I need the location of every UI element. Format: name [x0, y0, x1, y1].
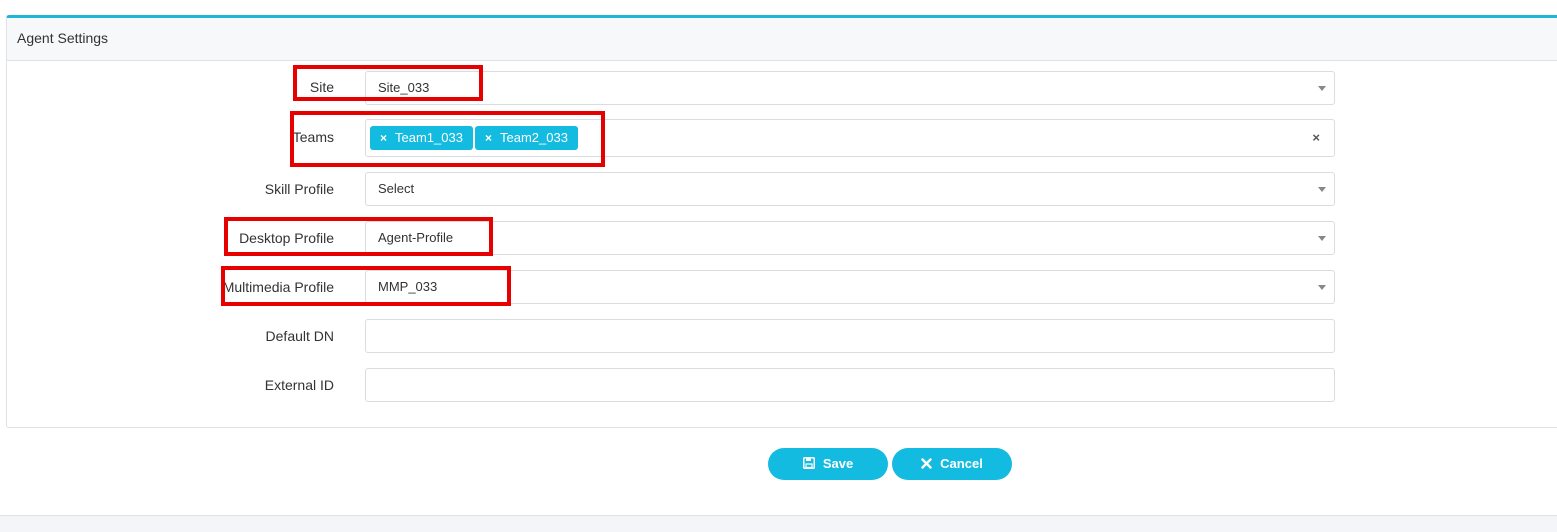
chevron-down-icon: [1318, 285, 1326, 290]
clear-icon[interactable]: ×: [1312, 120, 1320, 156]
highlight-box-multimedia-profile: [221, 266, 511, 306]
close-icon: [921, 448, 932, 480]
skill-profile-select[interactable]: Select: [365, 172, 1335, 206]
highlight-box-desktop-profile: [224, 217, 493, 256]
floppy-disk-icon: [802, 448, 815, 480]
skill-profile-label: Skill Profile: [264, 181, 334, 197]
chevron-down-icon: [1318, 236, 1326, 241]
external-id-input[interactable]: [365, 368, 1335, 402]
site-select[interactable]: Site_033: [365, 71, 1335, 105]
cancel-button[interactable]: Cancel: [892, 448, 1012, 480]
desktop-profile-select[interactable]: Agent-Profile: [365, 221, 1335, 255]
chevron-down-icon: [1318, 187, 1326, 192]
highlight-box-site: [293, 65, 483, 101]
footer-bar: [0, 515, 1557, 532]
external-id-label: External ID: [264, 377, 334, 393]
chevron-down-icon: [1318, 86, 1326, 91]
default-dn-input[interactable]: [365, 319, 1335, 353]
default-dn-label: Default DN: [265, 328, 334, 344]
skill-profile-value: Select: [378, 181, 415, 196]
panel-title: Agent Settings: [7, 18, 1557, 61]
save-button[interactable]: Save: [768, 448, 888, 480]
highlight-box-teams: [290, 111, 605, 167]
